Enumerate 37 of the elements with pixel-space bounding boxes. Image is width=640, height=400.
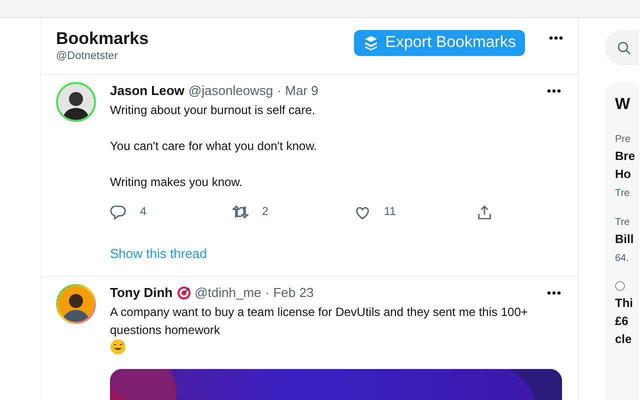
card-title: W [615,95,632,115]
tweet-date[interactable]: · Mar 9 [277,82,318,100]
author-name[interactable]: Tony Dinh [110,284,173,302]
trend-meta: Tre [615,216,631,230]
author-handle[interactable]: @jasonleowsg [188,82,274,100]
reply-icon[interactable] [110,204,127,222]
trend-meta: Pre [615,133,632,147]
tweet-date[interactable]: · Feb 23 [265,284,314,302]
more-icon[interactable] [547,89,561,93]
avatar[interactable] [56,82,96,122]
trend-meta: 64. [615,252,630,266]
trend-title[interactable]: Ho [615,165,639,183]
retweet-icon[interactable] [232,204,249,222]
author-handle[interactable]: @tdinh_me [194,284,262,302]
trend-title[interactable]: cle [615,330,639,348]
trend-title[interactable]: Bill [615,230,639,248]
trend-title[interactable]: Thi [615,294,639,312]
retweet-count: 2 [262,205,268,220]
stack-icon [363,35,380,51]
trend-title[interactable]: Bre [615,147,639,165]
like-count: 11 [384,205,396,220]
user-handle: @Dotnetster [56,49,119,63]
search-icon [617,40,631,54]
reply-count: 4 [140,205,146,220]
heart-icon[interactable] [354,204,371,222]
author-name[interactable]: Jason Leow [110,82,184,100]
tweet-text: Writing makes you know. [110,174,244,191]
tweet-text: Writing about your burnout is self care. [110,102,316,119]
trend-title[interactable]: £6 [615,312,639,330]
tweet-text: A company want to buy a team license for DevUtils and they sent me this 100+ questions homework [110,302,563,355]
avatar[interactable] [56,284,96,324]
tweet-text: You can't care for what you don't know. [110,138,318,155]
more-icon[interactable] [549,36,563,40]
page-title: Bookmarks [56,29,149,49]
trend-meta: Tre [615,187,631,201]
more-icon[interactable] [547,290,561,295]
share-icon[interactable] [476,204,493,222]
